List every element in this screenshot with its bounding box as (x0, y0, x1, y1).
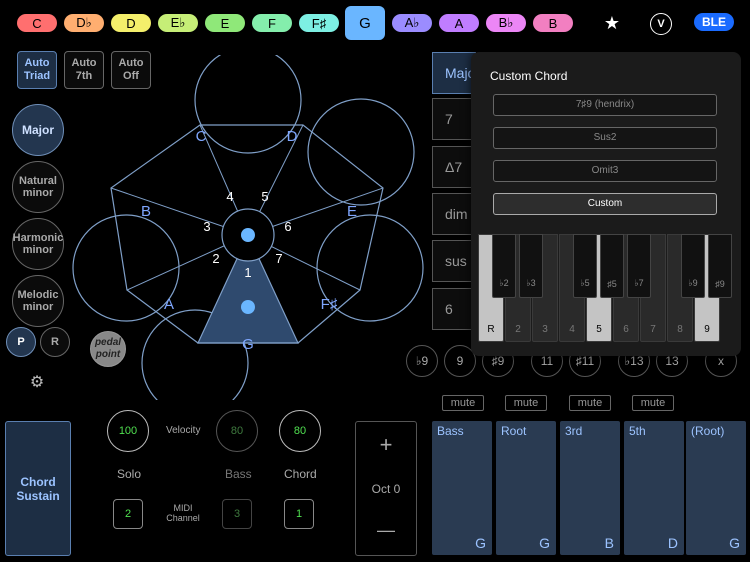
mute-bass-button[interactable]: mute (442, 395, 484, 411)
wheel-note: C (196, 128, 207, 145)
pad-bass[interactable]: Bass G (432, 421, 492, 555)
pad-3rd[interactable]: 3rd B (560, 421, 620, 555)
quality-sus-button[interactable]: sus (432, 240, 476, 282)
favorites-star-icon[interactable]: ★ (600, 12, 624, 34)
key-button-1[interactable]: D♭ (64, 14, 104, 32)
wheel-degree: 2 (212, 251, 219, 266)
scale-harmonic-minor-button[interactable]: Harmonic minor (12, 218, 64, 270)
wheel-degree: 6 (284, 219, 291, 234)
pad-root-octave[interactable]: (Root) G (686, 421, 746, 555)
solo-midi-channel[interactable]: 2 (113, 499, 143, 529)
wheel-degree: 4 (226, 189, 233, 204)
key-flat3[interactable]: ♭3 (519, 234, 543, 298)
wheel-note: F♯ (321, 296, 338, 313)
octave-value: Oct 0 (371, 482, 401, 496)
key-button-9[interactable]: A (439, 14, 479, 32)
wheel-center-dot (241, 228, 255, 242)
chord-midi-channel[interactable]: 1 (284, 499, 314, 529)
bass-label: Bass (225, 467, 252, 481)
pad-note: D (667, 535, 678, 551)
pad-note: G (475, 535, 486, 551)
pad-note: G (539, 535, 550, 551)
custom-option-custom[interactable]: Custom (493, 193, 717, 215)
pad-root[interactable]: Root G (496, 421, 556, 555)
key-button-5[interactable]: F (252, 14, 292, 32)
wheel-degree: 3 (203, 219, 210, 234)
chord-velocity-knob[interactable]: 80 (279, 410, 321, 452)
mute-3rd-button[interactable]: mute (569, 395, 611, 411)
mute-root-button[interactable]: mute (505, 395, 547, 411)
key-button-4[interactable]: E (205, 14, 245, 32)
quality-maj7-button[interactable]: Δ7 (432, 146, 476, 188)
key-sharp5[interactable]: ♯5 (600, 234, 624, 298)
quality-major-button[interactable]: Majo (432, 52, 476, 94)
custom-chord-popover: Custom Chord 7♯9 (hendrix) Sus2 Omit3 Cu… (471, 52, 741, 356)
key-sharp9[interactable]: ♯9 (708, 234, 732, 298)
chord-wheel: C D E F♯ G A B 1 2 3 4 5 6 7 (72, 55, 424, 400)
chord-sustain-button[interactable]: Chord Sustain (5, 421, 71, 556)
key-flat5[interactable]: ♭5 (573, 234, 597, 298)
p-button[interactable]: P (6, 327, 36, 357)
key-button-2[interactable]: D (111, 14, 151, 32)
key-button-3[interactable]: E♭ (158, 14, 198, 32)
pad-note: B (604, 535, 614, 551)
velocity-mode-button[interactable]: V (650, 13, 672, 35)
quality-dim-button[interactable]: dim (432, 193, 476, 235)
key-flat2[interactable]: ♭2 (492, 234, 516, 298)
octave-up-button[interactable]: + (356, 432, 416, 458)
key-button-8[interactable]: A♭ (392, 14, 432, 32)
custom-option-omit3[interactable]: Omit3 (493, 160, 717, 182)
wheel-note: E (347, 203, 357, 220)
solo-label: Solo (117, 467, 142, 481)
pad-label: 3rd (565, 424, 583, 438)
key-button-0[interactable]: C (17, 14, 57, 32)
key-flat9[interactable]: ♭9 (681, 234, 705, 298)
key-button-7[interactable]: G (345, 6, 385, 40)
pad-5th[interactable]: 5th D (624, 421, 684, 555)
wheel-outer-bubble (194, 55, 302, 154)
key-button-6[interactable]: F♯ (299, 14, 339, 32)
quality-7-button[interactable]: 7 (432, 98, 476, 140)
pad-label: 5th (629, 424, 646, 438)
quality-6-button[interactable]: 6 (432, 288, 476, 330)
key-button-10[interactable]: B♭ (486, 14, 526, 32)
auto-triad-button[interactable]: Auto Triad (17, 51, 57, 89)
pad-label: (Root) (691, 424, 725, 438)
interval-flat9-button[interactable]: ♭9 (406, 345, 438, 377)
wheel-selected-dot (241, 300, 255, 314)
pad-label: Root (501, 424, 527, 438)
wheel-degree: 1 (244, 265, 251, 280)
octave-control: + Oct 0 — (355, 421, 417, 556)
scale-melodic-minor-button[interactable]: Melodic minor (12, 275, 64, 327)
mute-5th-button[interactable]: mute (632, 395, 674, 411)
scale-natural-minor-button[interactable]: Natural minor (12, 161, 64, 213)
wheel-degree: 7 (275, 251, 282, 266)
ble-button[interactable]: BLE (694, 13, 734, 31)
wheel-degree: 5 (261, 189, 268, 204)
wheel-note: A (164, 296, 174, 313)
custom-option-sus2[interactable]: Sus2 (493, 127, 717, 149)
popover-title: Custom Chord (490, 69, 568, 83)
bass-midi-channel[interactable]: 3 (222, 499, 252, 529)
r-button[interactable]: R (40, 327, 70, 357)
octave-down-button[interactable]: — (356, 520, 416, 541)
chord-label: Chord (284, 467, 317, 481)
solo-velocity-knob[interactable]: 100 (107, 410, 149, 452)
midi-channel-label: MIDI Channel (166, 503, 200, 523)
wheel-note: G (242, 336, 254, 353)
scale-major-button[interactable]: Major (12, 104, 64, 156)
custom-option-hendrix[interactable]: 7♯9 (hendrix) (493, 94, 717, 116)
pad-label: Bass (437, 424, 464, 438)
key-flat7[interactable]: ♭7 (627, 234, 651, 298)
wheel-note: B (141, 203, 151, 220)
settings-gear-icon[interactable]: ⚙ (29, 375, 45, 391)
bass-velocity-knob[interactable]: 80 (216, 410, 258, 452)
wheel-note: D (287, 128, 298, 145)
key-button-11[interactable]: B (533, 14, 573, 32)
velocity-label: Velocity (166, 425, 201, 436)
pad-note: G (729, 535, 740, 551)
wheel-outer-bubble (307, 98, 415, 206)
